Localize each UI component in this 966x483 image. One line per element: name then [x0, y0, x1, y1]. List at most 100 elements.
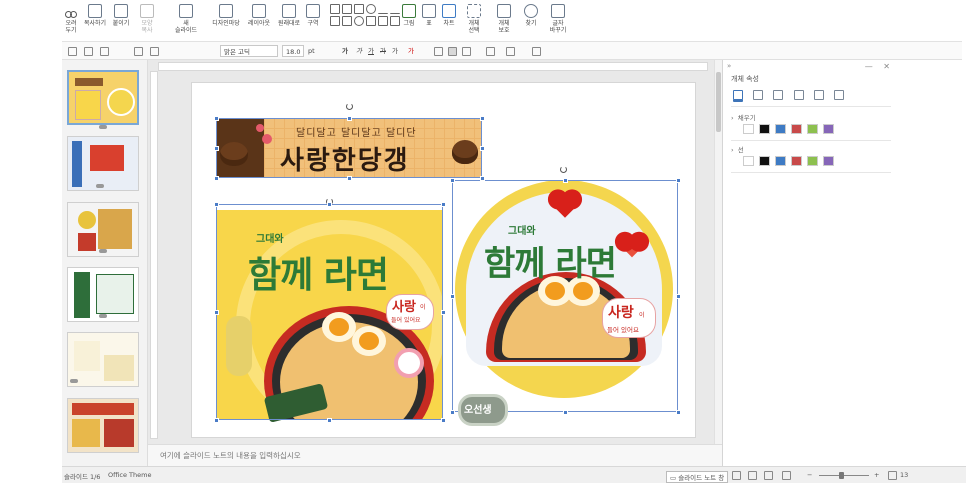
- ellipse-shape-icon[interactable]: [366, 4, 376, 14]
- align-center-icon[interactable]: [448, 45, 457, 57]
- square-shape-icon[interactable]: [354, 4, 364, 14]
- resize-handle[interactable]: [213, 115, 219, 121]
- cut-button[interactable]: 오려 두기: [62, 4, 80, 42]
- resize-handle[interactable]: [440, 201, 446, 207]
- bullets-icon[interactable]: [506, 45, 515, 57]
- zoom-slider[interactable]: [819, 475, 869, 476]
- line-shape-icon[interactable]: [378, 4, 388, 14]
- swatch-white[interactable]: [743, 156, 754, 166]
- swatch-white[interactable]: [743, 124, 754, 134]
- resize-handle[interactable]: [213, 201, 219, 207]
- resize-handle[interactable]: [440, 417, 446, 423]
- design-button[interactable]: 디자인마당: [208, 4, 244, 42]
- new-slide-button[interactable]: 새 슬라이드: [172, 4, 200, 42]
- find-button[interactable]: 찾기: [522, 4, 540, 42]
- circle-poster-selection[interactable]: [452, 180, 678, 412]
- resize-handle[interactable]: [675, 177, 681, 183]
- resize-handle[interactable]: [479, 175, 485, 181]
- slide-notes-area[interactable]: 여기에 슬라이드 노트의 내용을 입력하십시오: [148, 444, 722, 466]
- shapes-gallery[interactable]: [330, 4, 400, 40]
- swatch-green[interactable]: [807, 124, 818, 134]
- fill-tab-icon[interactable]: [733, 90, 743, 100]
- picture-tab-icon[interactable]: [813, 90, 824, 100]
- underline-button[interactable]: 가: [368, 45, 374, 57]
- select-object-button[interactable]: 개체 선택: [462, 4, 486, 42]
- italic-button[interactable]: 가: [356, 45, 362, 57]
- paste-button[interactable]: 붙이기: [110, 4, 132, 42]
- reading-view-icon[interactable]: [764, 471, 773, 480]
- swatch-purple[interactable]: [823, 124, 834, 134]
- more-shapes-icon[interactable]: [390, 16, 400, 26]
- resize-handle[interactable]: [346, 115, 352, 121]
- triangle-shape-icon[interactable]: [330, 16, 340, 26]
- font-size-input[interactable]: 18.0: [282, 45, 304, 57]
- strike-button[interactable]: 가: [380, 45, 386, 57]
- resize-handle[interactable]: [675, 293, 681, 299]
- resize-handle[interactable]: [327, 417, 332, 423]
- slide-thumbnail-6[interactable]: [67, 398, 139, 453]
- panel-window-buttons[interactable]: — ✕: [865, 62, 894, 71]
- undo-icon[interactable]: [68, 45, 77, 57]
- fill-section-header[interactable]: › 채우기: [731, 112, 891, 122]
- resize-handle[interactable]: [327, 201, 332, 207]
- swatch-blue[interactable]: [775, 156, 786, 166]
- notes-pane-button[interactable]: ▭ 슬라이드 노트 창: [666, 471, 729, 483]
- slideshow-icon[interactable]: [782, 471, 791, 480]
- line-spacing-icon[interactable]: [486, 45, 495, 57]
- zoom-slider-knob[interactable]: [839, 472, 844, 479]
- resize-handle[interactable]: [213, 417, 219, 423]
- rectangle-shape-icon[interactable]: [330, 4, 340, 14]
- fit-icon[interactable]: [888, 471, 897, 480]
- format-painter-button[interactable]: 모양 복사: [136, 4, 158, 42]
- resize-handle[interactable]: [479, 115, 485, 121]
- resize-handle[interactable]: [562, 409, 568, 415]
- reset-button[interactable]: 원래대로: [274, 4, 304, 42]
- font-name-select[interactable]: 맑은 고딕: [220, 45, 278, 57]
- callout-shape-icon[interactable]: [342, 16, 352, 26]
- zoom-in-icon[interactable]: +: [874, 471, 879, 479]
- slide-thumbnail-1[interactable]: [67, 70, 139, 125]
- save-icon[interactable]: [100, 45, 109, 57]
- align-left-icon[interactable]: [434, 45, 443, 57]
- print-icon[interactable]: [134, 45, 143, 57]
- curve-shape-icon[interactable]: [354, 16, 364, 26]
- star-shape-icon[interactable]: [366, 16, 376, 26]
- circle-rotate-handle[interactable]: [560, 166, 567, 173]
- superscript-button[interactable]: 가: [392, 45, 398, 57]
- resize-handle[interactable]: [479, 145, 485, 151]
- rectangle-shape-icon[interactable]: [342, 4, 352, 14]
- effects-tab-icon[interactable]: [793, 90, 804, 100]
- layout-button[interactable]: 레이아웃: [244, 4, 274, 42]
- square-poster-selection[interactable]: [216, 204, 443, 420]
- protect-object-button[interactable]: 개체 보호: [492, 4, 516, 42]
- arrow-shape-icon[interactable]: [390, 4, 400, 14]
- swatch-purple[interactable]: [823, 156, 834, 166]
- preview-icon[interactable]: [150, 45, 159, 57]
- align-right-icon[interactable]: [462, 45, 471, 57]
- picture-button[interactable]: 그림: [400, 4, 418, 42]
- resize-handle[interactable]: [213, 145, 219, 151]
- normal-view-icon[interactable]: [732, 471, 741, 480]
- resize-handle[interactable]: [449, 293, 455, 299]
- brace-shape-icon[interactable]: [378, 16, 388, 26]
- size-tab-icon[interactable]: [834, 90, 845, 100]
- font-unit-select[interactable]: pt: [308, 45, 315, 57]
- replace-button[interactable]: 글자 바꾸기: [546, 4, 570, 42]
- scroll-thumb[interactable]: [716, 72, 721, 132]
- panel-collapse-icon[interactable]: »: [727, 62, 731, 70]
- shape-tab-icon[interactable]: [753, 90, 764, 100]
- chart-button[interactable]: 차트: [440, 4, 458, 42]
- copy-button[interactable]: 복사하기: [82, 4, 108, 42]
- resize-handle[interactable]: [213, 309, 219, 315]
- font-color-button[interactable]: 가: [408, 45, 414, 57]
- resize-handle[interactable]: [449, 409, 455, 415]
- swatch-green[interactable]: [807, 156, 818, 166]
- swatch-blue[interactable]: [775, 124, 786, 134]
- banner-rotate-handle[interactable]: [346, 103, 353, 110]
- swatch-black[interactable]: [759, 156, 770, 166]
- slide-thumbnail-5[interactable]: [67, 332, 139, 387]
- resize-handle[interactable]: [675, 409, 681, 415]
- open-icon[interactable]: [84, 45, 93, 57]
- bold-button[interactable]: 가: [342, 45, 348, 57]
- section-button[interactable]: 구역: [304, 4, 322, 42]
